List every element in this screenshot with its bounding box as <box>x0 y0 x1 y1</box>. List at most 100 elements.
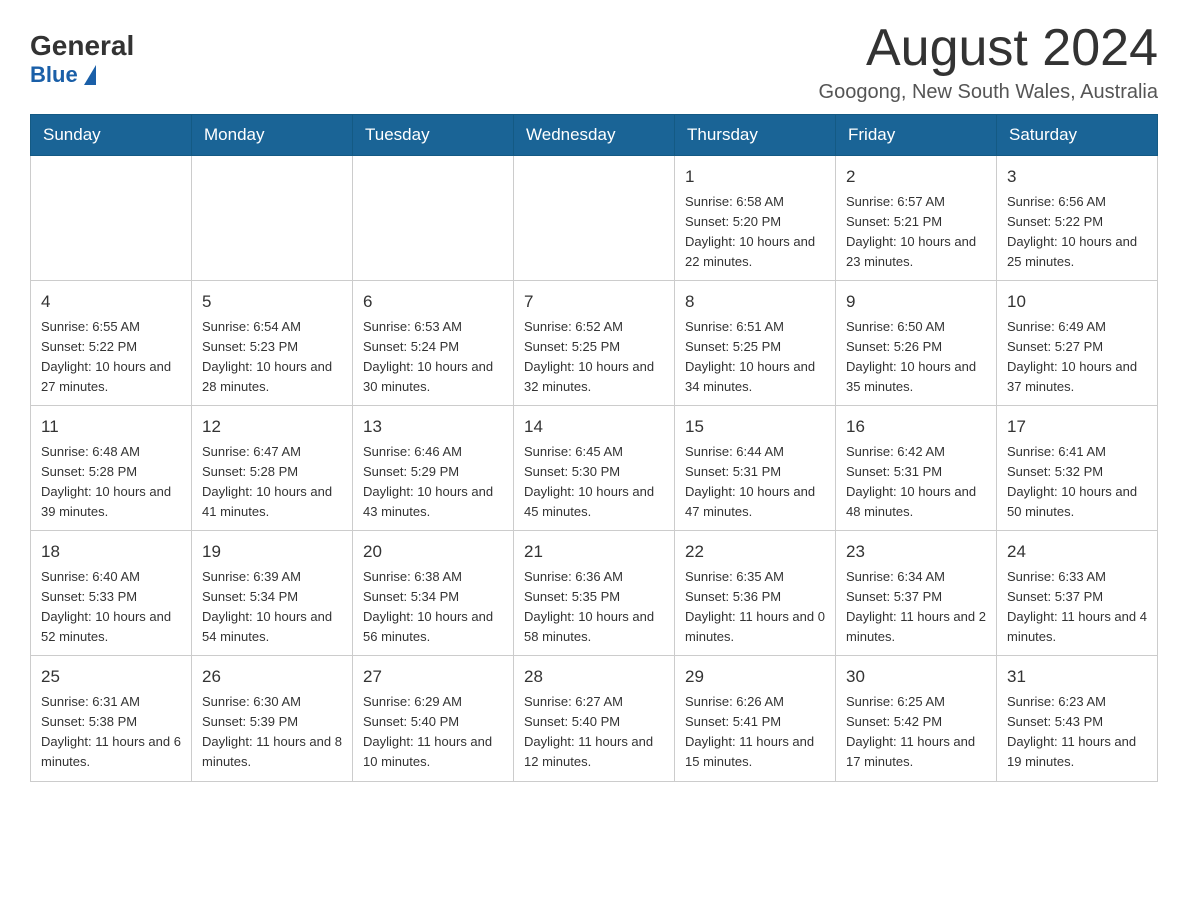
day-info: Sunrise: 6:26 AMSunset: 5:41 PMDaylight:… <box>685 692 825 773</box>
logo-blue-text: Blue <box>30 62 96 88</box>
day-number: 18 <box>41 539 181 565</box>
calendar-cell: 7Sunrise: 6:52 AMSunset: 5:25 PMDaylight… <box>514 281 675 406</box>
day-number: 6 <box>363 289 503 315</box>
day-of-week-header: Wednesday <box>514 115 675 156</box>
day-number: 28 <box>524 664 664 690</box>
calendar-cell: 29Sunrise: 6:26 AMSunset: 5:41 PMDayligh… <box>675 656 836 781</box>
day-number: 30 <box>846 664 986 690</box>
calendar-cell: 9Sunrise: 6:50 AMSunset: 5:26 PMDaylight… <box>836 281 997 406</box>
calendar-cell: 25Sunrise: 6:31 AMSunset: 5:38 PMDayligh… <box>31 656 192 781</box>
calendar-cell: 28Sunrise: 6:27 AMSunset: 5:40 PMDayligh… <box>514 656 675 781</box>
day-number: 10 <box>1007 289 1147 315</box>
calendar-cell: 13Sunrise: 6:46 AMSunset: 5:29 PMDayligh… <box>353 406 514 531</box>
calendar-cell: 24Sunrise: 6:33 AMSunset: 5:37 PMDayligh… <box>997 531 1158 656</box>
logo: General Blue <box>30 30 134 88</box>
calendar-cell: 12Sunrise: 6:47 AMSunset: 5:28 PMDayligh… <box>192 406 353 531</box>
day-info: Sunrise: 6:31 AMSunset: 5:38 PMDaylight:… <box>41 692 181 773</box>
day-info: Sunrise: 6:23 AMSunset: 5:43 PMDaylight:… <box>1007 692 1147 773</box>
day-info: Sunrise: 6:45 AMSunset: 5:30 PMDaylight:… <box>524 442 664 523</box>
calendar-cell: 18Sunrise: 6:40 AMSunset: 5:33 PMDayligh… <box>31 531 192 656</box>
day-info: Sunrise: 6:27 AMSunset: 5:40 PMDaylight:… <box>524 692 664 773</box>
calendar-cell: 3Sunrise: 6:56 AMSunset: 5:22 PMDaylight… <box>997 156 1158 281</box>
calendar-week-row: 18Sunrise: 6:40 AMSunset: 5:33 PMDayligh… <box>31 531 1158 656</box>
day-number: 9 <box>846 289 986 315</box>
calendar-cell <box>514 156 675 281</box>
calendar-cell: 11Sunrise: 6:48 AMSunset: 5:28 PMDayligh… <box>31 406 192 531</box>
day-of-week-header: Monday <box>192 115 353 156</box>
day-info: Sunrise: 6:51 AMSunset: 5:25 PMDaylight:… <box>685 317 825 398</box>
day-info: Sunrise: 6:54 AMSunset: 5:23 PMDaylight:… <box>202 317 342 398</box>
day-number: 29 <box>685 664 825 690</box>
calendar-cell: 22Sunrise: 6:35 AMSunset: 5:36 PMDayligh… <box>675 531 836 656</box>
day-number: 12 <box>202 414 342 440</box>
day-info: Sunrise: 6:58 AMSunset: 5:20 PMDaylight:… <box>685 192 825 273</box>
day-info: Sunrise: 6:49 AMSunset: 5:27 PMDaylight:… <box>1007 317 1147 398</box>
calendar-cell: 10Sunrise: 6:49 AMSunset: 5:27 PMDayligh… <box>997 281 1158 406</box>
calendar-cell: 1Sunrise: 6:58 AMSunset: 5:20 PMDaylight… <box>675 156 836 281</box>
day-number: 23 <box>846 539 986 565</box>
calendar-cell <box>31 156 192 281</box>
day-of-week-header: Saturday <box>997 115 1158 156</box>
day-number: 11 <box>41 414 181 440</box>
day-number: 13 <box>363 414 503 440</box>
day-info: Sunrise: 6:36 AMSunset: 5:35 PMDaylight:… <box>524 567 664 648</box>
day-number: 22 <box>685 539 825 565</box>
day-info: Sunrise: 6:55 AMSunset: 5:22 PMDaylight:… <box>41 317 181 398</box>
day-info: Sunrise: 6:39 AMSunset: 5:34 PMDaylight:… <box>202 567 342 648</box>
calendar-cell: 31Sunrise: 6:23 AMSunset: 5:43 PMDayligh… <box>997 656 1158 781</box>
calendar-cell: 16Sunrise: 6:42 AMSunset: 5:31 PMDayligh… <box>836 406 997 531</box>
day-info: Sunrise: 6:40 AMSunset: 5:33 PMDaylight:… <box>41 567 181 648</box>
day-number: 25 <box>41 664 181 690</box>
calendar-cell: 27Sunrise: 6:29 AMSunset: 5:40 PMDayligh… <box>353 656 514 781</box>
header: General Blue August 2024 Googong, New So… <box>30 20 1158 104</box>
day-info: Sunrise: 6:44 AMSunset: 5:31 PMDaylight:… <box>685 442 825 523</box>
calendar-cell: 6Sunrise: 6:53 AMSunset: 5:24 PMDaylight… <box>353 281 514 406</box>
calendar-cell: 26Sunrise: 6:30 AMSunset: 5:39 PMDayligh… <box>192 656 353 781</box>
logo-triangle-icon <box>84 65 96 85</box>
day-info: Sunrise: 6:42 AMSunset: 5:31 PMDaylight:… <box>846 442 986 523</box>
day-number: 26 <box>202 664 342 690</box>
day-info: Sunrise: 6:52 AMSunset: 5:25 PMDaylight:… <box>524 317 664 398</box>
day-of-week-header: Friday <box>836 115 997 156</box>
logo-general-text: General <box>30 30 134 62</box>
day-number: 31 <box>1007 664 1147 690</box>
calendar-week-row: 1Sunrise: 6:58 AMSunset: 5:20 PMDaylight… <box>31 156 1158 281</box>
day-number: 24 <box>1007 539 1147 565</box>
day-number: 27 <box>363 664 503 690</box>
day-number: 17 <box>1007 414 1147 440</box>
location-subtitle: Googong, New South Wales, Australia <box>819 81 1158 104</box>
day-info: Sunrise: 6:48 AMSunset: 5:28 PMDaylight:… <box>41 442 181 523</box>
calendar-cell: 23Sunrise: 6:34 AMSunset: 5:37 PMDayligh… <box>836 531 997 656</box>
day-info: Sunrise: 6:25 AMSunset: 5:42 PMDaylight:… <box>846 692 986 773</box>
month-title: August 2024 <box>819 20 1158 77</box>
day-number: 1 <box>685 164 825 190</box>
day-info: Sunrise: 6:30 AMSunset: 5:39 PMDaylight:… <box>202 692 342 773</box>
calendar-week-row: 4Sunrise: 6:55 AMSunset: 5:22 PMDaylight… <box>31 281 1158 406</box>
calendar-cell: 8Sunrise: 6:51 AMSunset: 5:25 PMDaylight… <box>675 281 836 406</box>
title-area: August 2024 Googong, New South Wales, Au… <box>819 20 1158 104</box>
day-number: 20 <box>363 539 503 565</box>
day-info: Sunrise: 6:41 AMSunset: 5:32 PMDaylight:… <box>1007 442 1147 523</box>
day-info: Sunrise: 6:50 AMSunset: 5:26 PMDaylight:… <box>846 317 986 398</box>
day-number: 15 <box>685 414 825 440</box>
day-number: 19 <box>202 539 342 565</box>
calendar-cell: 21Sunrise: 6:36 AMSunset: 5:35 PMDayligh… <box>514 531 675 656</box>
day-number: 2 <box>846 164 986 190</box>
calendar-cell: 19Sunrise: 6:39 AMSunset: 5:34 PMDayligh… <box>192 531 353 656</box>
calendar-cell: 15Sunrise: 6:44 AMSunset: 5:31 PMDayligh… <box>675 406 836 531</box>
day-number: 5 <box>202 289 342 315</box>
day-number: 4 <box>41 289 181 315</box>
day-number: 16 <box>846 414 986 440</box>
day-info: Sunrise: 6:29 AMSunset: 5:40 PMDaylight:… <box>363 692 503 773</box>
day-info: Sunrise: 6:38 AMSunset: 5:34 PMDaylight:… <box>363 567 503 648</box>
day-header-row: SundayMondayTuesdayWednesdayThursdayFrid… <box>31 115 1158 156</box>
calendar-cell: 20Sunrise: 6:38 AMSunset: 5:34 PMDayligh… <box>353 531 514 656</box>
day-of-week-header: Thursday <box>675 115 836 156</box>
day-info: Sunrise: 6:35 AMSunset: 5:36 PMDaylight:… <box>685 567 825 648</box>
day-number: 7 <box>524 289 664 315</box>
day-number: 14 <box>524 414 664 440</box>
calendar-table: SundayMondayTuesdayWednesdayThursdayFrid… <box>30 114 1158 781</box>
calendar-week-row: 11Sunrise: 6:48 AMSunset: 5:28 PMDayligh… <box>31 406 1158 531</box>
day-of-week-header: Tuesday <box>353 115 514 156</box>
calendar-cell: 17Sunrise: 6:41 AMSunset: 5:32 PMDayligh… <box>997 406 1158 531</box>
